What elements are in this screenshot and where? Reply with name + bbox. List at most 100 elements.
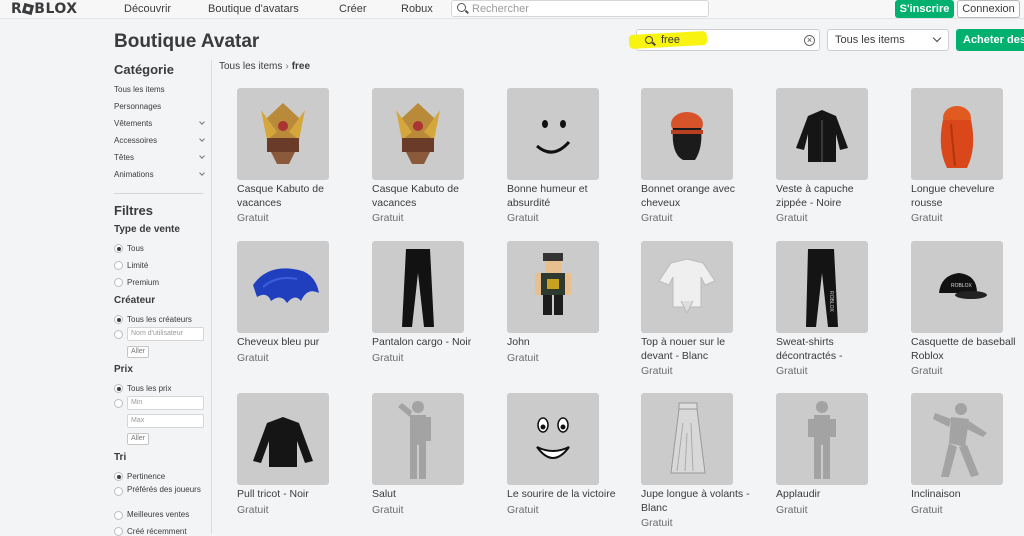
creator-all-label: Tous les créateurs [127,315,192,324]
item-name[interactable]: Sweat-shirts décontractés - [776,336,886,363]
search-value: free [661,34,680,46]
red-hair-icon[interactable] [911,88,1003,180]
item-price: Gratuit [372,352,404,364]
creator-go-button[interactable]: Aller [127,346,150,358]
svg-text:ROBLOX: ROBLOX [828,291,834,313]
sweater-icon[interactable] [237,393,329,485]
tilt-emote-icon[interactable] [911,393,1003,485]
sweatpants-icon[interactable]: ROBLOX [776,241,868,333]
item-name[interactable]: Cheveux bleu pur [237,336,347,350]
item-price: Gratuit [641,212,673,224]
item-price: Gratuit [237,504,269,516]
nav-robux[interactable]: Robux [401,3,433,15]
sort-relevance-radio[interactable] [114,472,123,481]
price-range-radio[interactable] [114,399,123,408]
signup-button[interactable]: S'inscrire [895,0,954,18]
sort-favorites-radio[interactable] [114,487,123,496]
login-button[interactable]: Connexion [957,0,1020,18]
item-name[interactable]: Top à nouer sur le devant - Blanc [641,336,751,363]
item-name[interactable]: Salut [372,488,482,502]
item-name[interactable]: Casque Kabuto de vacances [372,183,482,210]
kabuto-helmet-icon[interactable] [237,88,329,180]
catalog-search-input[interactable]: free × [628,29,820,51]
item-price: Gratuit [911,504,943,516]
sale-limited-label: Limité [127,261,149,270]
category-accessories[interactable]: Accessoires [114,136,206,145]
clear-icon[interactable]: × [804,35,815,46]
sort-recent-radio[interactable] [114,527,123,536]
breadcrumb: Tous les items › free [219,61,310,72]
hoodie-icon[interactable] [776,88,868,180]
tie-top-icon[interactable] [641,241,733,333]
creator-name-input[interactable]: Nom d'utilisateur [127,327,204,341]
creator-name-radio[interactable] [114,330,123,339]
cap-icon[interactable]: ROBLOX [911,241,1003,333]
item-name[interactable]: Le sourire de la victoire [507,488,617,502]
price-go-button[interactable]: Aller [127,433,150,445]
category-animations[interactable]: Animations [114,170,206,179]
item-price: Gratuit [911,212,943,224]
category-clothing[interactable]: Vêtements [114,119,206,128]
global-search-input[interactable]: Rechercher [451,0,709,17]
item-name[interactable]: John [507,336,617,350]
breadcrumb-root[interactable]: Tous les items [219,61,282,72]
category-label: Animations [114,170,154,179]
category-title: Catégorie [114,62,174,77]
price-all-label: Tous les prix [127,384,172,393]
roblox-logo[interactable]: R BLOX [11,1,78,17]
item-price: Gratuit [237,212,269,224]
avatar-figure-icon[interactable] [507,241,599,333]
search-placeholder: Rechercher [472,3,529,15]
salute-emote-icon[interactable] [372,393,464,485]
item-name[interactable]: Applaudir [776,488,886,502]
page-title: Boutique Avatar [114,31,260,52]
sale-all-label: Tous [127,244,144,253]
price-title: Prix [114,364,133,375]
creator-all-radio[interactable] [114,315,123,324]
item-name[interactable]: Pull tricot - Noir [237,488,347,502]
item-name[interactable]: Inclinaison [911,488,1021,502]
creator-title: Créateur [114,295,156,306]
sort-favorites-label: Préférés des joueurs [127,485,201,494]
category-characters[interactable]: Personnages [114,102,206,111]
grin-face-icon[interactable] [507,393,599,485]
top-navigation-bar: R BLOX Découvrir Boutique d'avatars Créer… [0,0,1024,19]
item-name[interactable]: Pantalon cargo - Noir [372,336,482,350]
sort-recent-label: Créé récemment [127,527,187,536]
item-name[interactable]: Bonne humeur et absurdité [507,183,617,210]
sort-bestselling-radio[interactable] [114,511,123,520]
sale-limited-radio[interactable] [114,261,123,270]
item-name[interactable]: Casque Kabuto de vacances [237,183,347,210]
nav-avatar-shop[interactable]: Boutique d'avatars [208,3,299,15]
smile-face-icon[interactable] [507,88,599,180]
kabuto-helmet-icon[interactable] [372,88,464,180]
item-name[interactable]: Bonnet orange avec cheveux [641,183,751,210]
breadcrumb-current: free [291,61,311,72]
category-heads[interactable]: Têtes [114,153,206,162]
price-min-input[interactable]: Min [127,396,204,410]
item-price: Gratuit [372,504,404,516]
blue-hair-icon[interactable] [237,241,329,333]
item-name[interactable]: Veste à capuche zippée - Noire [776,183,886,210]
item-type-select[interactable]: Tous les items [827,29,949,51]
skirt-icon[interactable] [641,393,733,485]
price-max-input[interactable]: Max [127,414,204,428]
item-price: Gratuit [507,212,539,224]
item-name[interactable]: Jupe longue à volants - Blanc [641,488,751,515]
nav-create[interactable]: Créer [339,3,367,15]
pants-icon[interactable] [372,241,464,333]
sale-premium-radio[interactable] [114,278,123,287]
buy-robux-button[interactable]: Acheter des Robux [956,29,1024,51]
item-name[interactable]: Casquette de baseball Roblox [911,336,1021,363]
clap-emote-icon[interactable] [776,393,868,485]
price-all-radio[interactable] [114,384,123,393]
category-label: Accessoires [114,136,158,145]
item-name[interactable]: Longue chevelure rousse [911,183,1021,210]
category-all-items[interactable]: Tous les items [114,85,206,94]
item-price: Gratuit [507,352,539,364]
beanie-hair-icon[interactable] [641,88,733,180]
divider [114,193,203,194]
nav-discover[interactable]: Découvrir [124,3,171,15]
sale-all-radio[interactable] [114,244,123,253]
filters-title: Filtres [114,203,154,218]
